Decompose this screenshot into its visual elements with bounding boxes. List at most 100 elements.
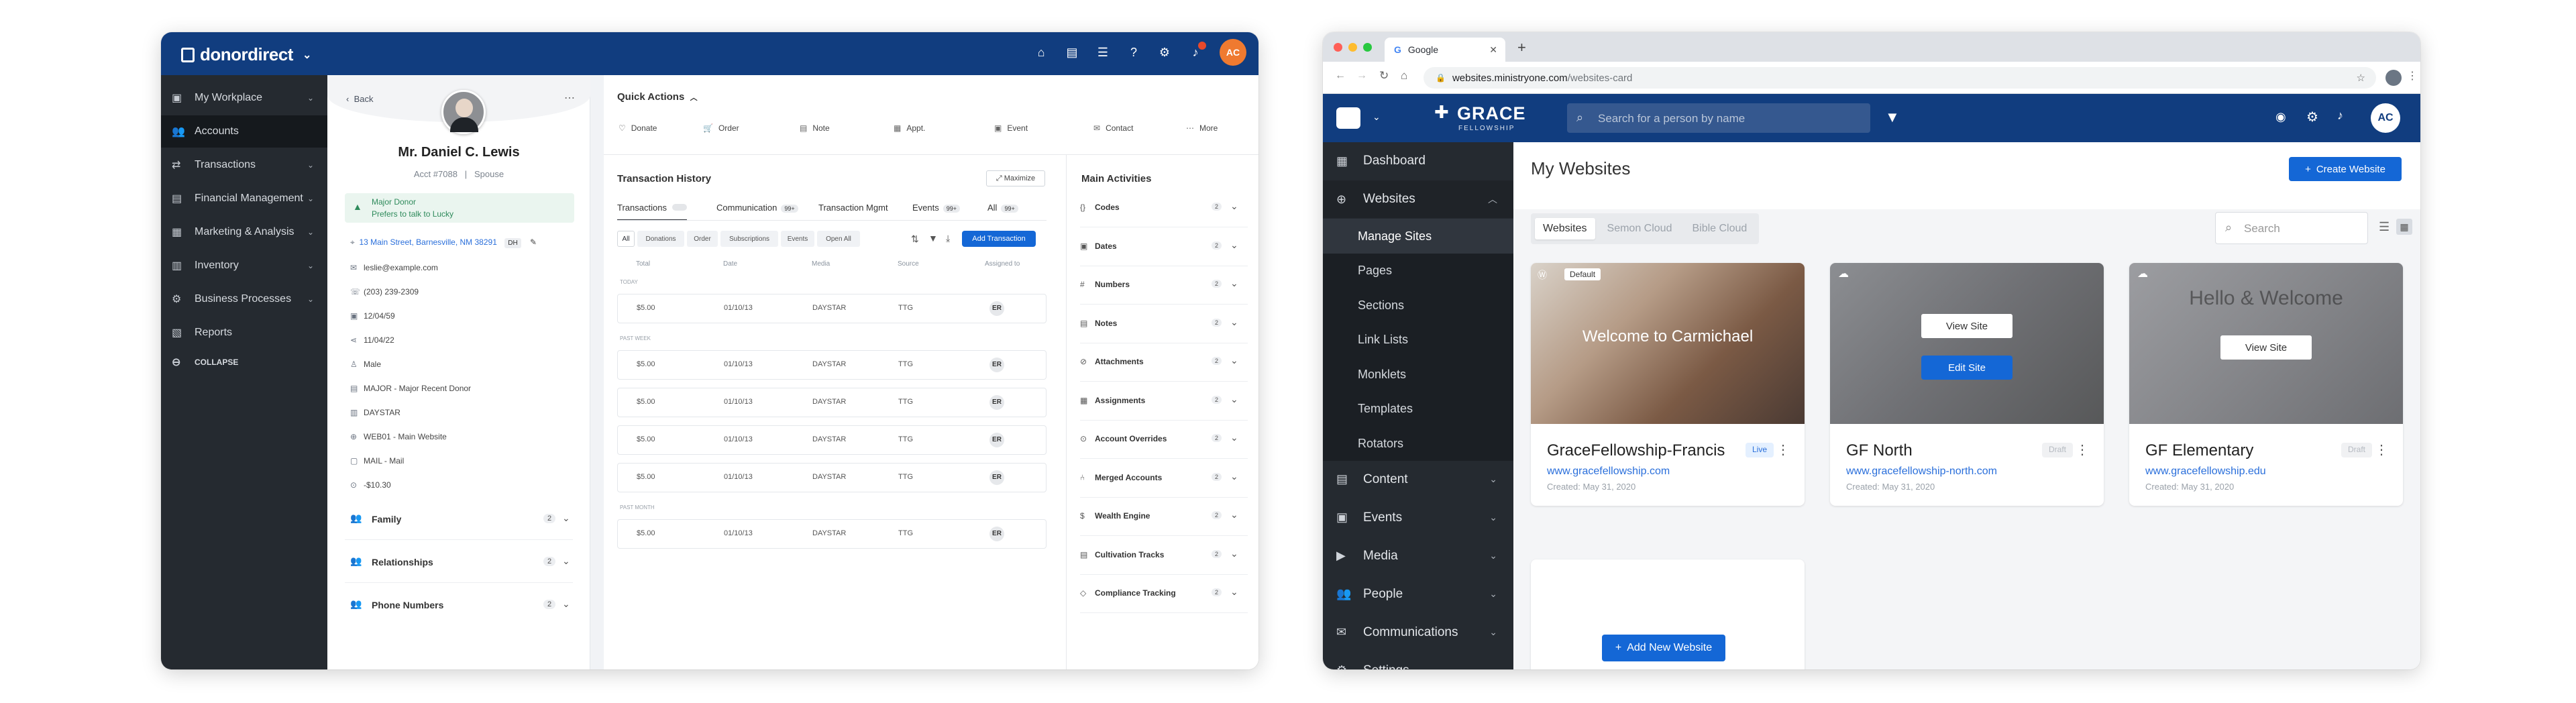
more-icon[interactable]: ⋮ bbox=[2375, 441, 2388, 458]
browser-tab[interactable]: G Google ✕ bbox=[1385, 38, 1505, 62]
brand-logo[interactable]: donordirect ⌄ bbox=[181, 44, 311, 65]
tab-transaction-mgmt[interactable]: Transaction Mgmt bbox=[818, 203, 888, 213]
maximize-window-button[interactable] bbox=[1363, 43, 1372, 52]
sidebar-subitem-link-lists[interactable]: Link Lists bbox=[1323, 322, 1513, 358]
gear-icon[interactable]: ⚙ bbox=[2306, 109, 2318, 125]
tab-events[interactable]: Events 99+ bbox=[912, 203, 961, 213]
filter-icon[interactable]: ▼ bbox=[1885, 109, 1900, 126]
view-site-button[interactable]: View Site bbox=[2220, 335, 2312, 360]
table-row[interactable]: $5.00 01/10/13 DAYSTAR TTG ER bbox=[617, 294, 1046, 323]
filter-subscriptions[interactable]: Subscriptions bbox=[720, 231, 778, 247]
sidebar-item-financial-management[interactable]: ▤ Financial Management ⌄ bbox=[161, 182, 327, 215]
filter-icon[interactable]: ▼ bbox=[928, 233, 938, 244]
filter-open-all[interactable]: Open All bbox=[817, 231, 860, 247]
bell-icon[interactable]: ♪ bbox=[2337, 109, 2343, 123]
sidebar-subitem-sections[interactable]: Sections bbox=[1323, 288, 1513, 323]
activity-attachments[interactable]: ⊘ Attachments 2 ⌄ bbox=[1080, 353, 1248, 373]
tab-communication[interactable]: Communication 99+ bbox=[716, 203, 798, 213]
back-link[interactable]: ‹ Back bbox=[346, 94, 373, 104]
sidebar-subitem-manage-sites[interactable]: Manage Sites bbox=[1323, 219, 1513, 254]
tab-websites[interactable]: Websites bbox=[1535, 218, 1595, 239]
filter-order[interactable]: Order bbox=[687, 231, 718, 247]
filter-donations[interactable]: Donations bbox=[637, 231, 684, 247]
close-window-button[interactable] bbox=[1334, 43, 1342, 52]
activity-compliance-tracking[interactable]: ◇ Compliance Tracking 2 ⌄ bbox=[1080, 584, 1248, 604]
site-url-link[interactable]: www.gracefellowship.edu bbox=[2145, 466, 2266, 478]
sort-icon[interactable]: ⇅ bbox=[911, 233, 919, 245]
people-search-input[interactable]: ⌕ Search for a person by name bbox=[1567, 103, 1870, 133]
list-view-icon[interactable]: ☰ bbox=[2379, 220, 2390, 234]
quick-action-event[interactable]: ▣ Event bbox=[994, 123, 1028, 133]
sidebar-item-dashboard[interactable]: ▦ Dashboard bbox=[1323, 142, 1513, 180]
activity-codes[interactable]: {} Codes 2 ⌄ bbox=[1080, 199, 1248, 219]
sidebar-subitem-rotators[interactable]: Rotators bbox=[1323, 426, 1513, 461]
section-phone-numbers[interactable]: 👥 Phone Numbers 2 ⌄ bbox=[345, 594, 573, 616]
sidebar-item-reports[interactable]: ▧ Reports bbox=[161, 317, 327, 349]
quick-action-note[interactable]: ▤ Note bbox=[800, 123, 830, 133]
document-icon[interactable]: ▤ bbox=[1065, 46, 1079, 59]
building-icon[interactable]: ⌂ bbox=[1034, 46, 1048, 59]
more-icon[interactable]: ⋮ bbox=[1776, 441, 1790, 458]
sidebar-item-collapse[interactable]: ⊖ COLLAPSE bbox=[161, 346, 327, 378]
grid-view-icon[interactable]: ▦ bbox=[2396, 219, 2412, 235]
sidebar-item-transactions[interactable]: ⇄ Transactions ⌄ bbox=[161, 149, 327, 181]
activity-numbers[interactable]: # Numbers 2 ⌄ bbox=[1080, 276, 1248, 296]
section-family[interactable]: 👥 Family 2 ⌄ bbox=[345, 508, 573, 530]
table-row[interactable]: $5.00 01/10/13 DAYSTAR TTG ER bbox=[617, 463, 1046, 492]
checklist-icon[interactable]: ☰ bbox=[1096, 46, 1110, 59]
chevron-up-icon[interactable]: ︿ bbox=[690, 94, 698, 102]
chevron-down-icon[interactable]: ⌄ bbox=[1373, 111, 1381, 123]
reload-icon[interactable]: ↻ bbox=[1379, 69, 1389, 83]
sidebar-subitem-monklets[interactable]: Monklets bbox=[1323, 357, 1513, 392]
quick-action-contact[interactable]: ✉ Contact bbox=[1093, 123, 1133, 133]
browser-menu-icon[interactable]: ⋮ bbox=[2407, 69, 2418, 83]
url-field[interactable]: 🔒 websites.ministryone.com/websites-card… bbox=[1424, 67, 2376, 89]
app-switcher-icon[interactable] bbox=[1336, 107, 1360, 129]
gear-icon[interactable]: ⚙ bbox=[1158, 46, 1171, 59]
table-row[interactable]: $5.00 01/10/13 DAYSTAR TTG ER bbox=[617, 519, 1046, 549]
address-row[interactable]: ⌖ 13 Main Street, Barnesville, NM 38291 … bbox=[350, 237, 537, 248]
sidebar-item-my-workplace[interactable]: ▣ My Workplace ⌄ bbox=[161, 82, 327, 114]
quick-action-donate[interactable]: ♡ Donate bbox=[619, 123, 657, 133]
sidebar-item-events[interactable]: ▣ Events ⌄ bbox=[1323, 499, 1513, 537]
edit-site-button[interactable]: Edit Site bbox=[1921, 356, 2012, 380]
more-icon[interactable]: ⋯ bbox=[564, 91, 575, 105]
quick-action-appt[interactable]: ▦ Appt. bbox=[894, 123, 925, 133]
help-icon[interactable]: ? bbox=[1127, 46, 1140, 59]
maximize-button[interactable]: ⤢ Maximize bbox=[986, 170, 1045, 186]
activity-notes[interactable]: ▤ Notes 2 ⌄ bbox=[1080, 315, 1248, 335]
sidebar-item-inventory[interactable]: ▥ Inventory ⌄ bbox=[161, 250, 327, 282]
tab-transactions[interactable]: Transactions bbox=[617, 203, 687, 221]
activity-account-overrides[interactable]: ⊙ Account Overrides 2 ⌄ bbox=[1080, 430, 1248, 450]
activity-wealth-engine[interactable]: $ Wealth Engine 2 ⌄ bbox=[1080, 507, 1248, 527]
site-url-link[interactable]: www.gracefellowship-north.com bbox=[1846, 466, 1997, 478]
website-card[interactable]: ☁ Hello & Welcome View Site GF Elementary ww… bbox=[2129, 263, 2403, 506]
site-url-link[interactable]: www.gracefellowship.com bbox=[1547, 466, 1670, 478]
edit-icon[interactable]: ✎ bbox=[530, 237, 537, 247]
activity-merged-accounts[interactable]: ⑃ Merged Accounts 2 ⌄ bbox=[1080, 469, 1248, 489]
tab-all[interactable]: All 99+ bbox=[987, 203, 1018, 213]
forward-arrow-icon[interactable]: → bbox=[1356, 70, 1367, 82]
activity-assignments[interactable]: ▦ Assignments 2 ⌄ bbox=[1080, 392, 1248, 412]
add-new-website-button[interactable]: + Add New Website bbox=[1602, 635, 1725, 661]
website-card[interactable]: Ⓦ Default Welcome to Carmichael GraceFellow… bbox=[1531, 263, 1805, 506]
more-icon[interactable]: ⋮ bbox=[2076, 441, 2089, 458]
avatar[interactable]: AC bbox=[1220, 39, 1246, 66]
sidebar-item-business-processes[interactable]: ⚙ Business Processes ⌄ bbox=[161, 283, 327, 315]
eye-icon[interactable]: ◉ bbox=[2275, 110, 2286, 124]
website-card[interactable]: ☁ View Site Edit Site GF North www.gracefell… bbox=[1830, 263, 2104, 506]
home-icon[interactable]: ⌂ bbox=[1401, 69, 1407, 83]
tab-semon-cloud[interactable]: Semon Cloud bbox=[1599, 218, 1680, 239]
avatar[interactable]: AC bbox=[2371, 103, 2400, 133]
close-tab-icon[interactable]: ✕ bbox=[1489, 44, 1497, 56]
add-transaction-button[interactable]: Add Transaction bbox=[962, 231, 1036, 247]
filter-events[interactable]: Events bbox=[781, 231, 814, 247]
profile-avatar-icon[interactable] bbox=[2385, 70, 2402, 86]
sidebar-subitem-templates[interactable]: Templates bbox=[1323, 391, 1513, 427]
bell-icon[interactable]: ♪ bbox=[1189, 42, 1206, 59]
quick-action-more[interactable]: ⋯ More bbox=[1186, 123, 1218, 133]
activity-dates[interactable]: ▣ Dates 2 ⌄ bbox=[1080, 237, 1248, 258]
filter-all[interactable]: All bbox=[617, 231, 635, 247]
sidebar-item-content[interactable]: ▤ Content ⌄ bbox=[1323, 461, 1513, 498]
sidebar-item-people[interactable]: 👥 People ⌄ bbox=[1323, 576, 1513, 613]
